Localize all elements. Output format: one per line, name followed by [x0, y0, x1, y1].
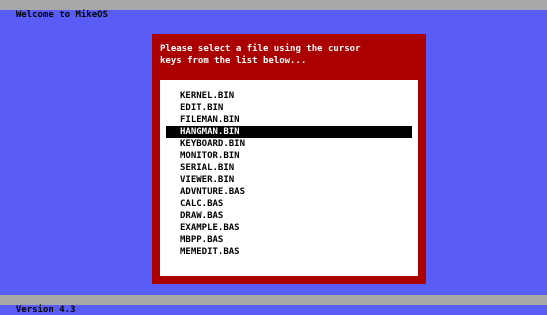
- title-text: Welcome to MikeOS: [15, 10, 108, 20]
- file-item[interactable]: EDIT.BIN: [166, 102, 412, 114]
- file-item[interactable]: SERIAL.BIN: [166, 162, 412, 174]
- file-item[interactable]: MONITOR.BIN: [166, 150, 412, 162]
- file-item[interactable]: KEYBOARD.BIN: [166, 138, 412, 150]
- file-item[interactable]: DRAW.BAS: [166, 210, 412, 222]
- dialog-prompt: Please select a file using the cursor ke…: [160, 44, 361, 66]
- file-item[interactable]: MEMEDIT.BAS: [166, 246, 412, 258]
- file-item-selected[interactable]: HANGMAN.BIN: [166, 126, 412, 138]
- file-item[interactable]: ADVNTURE.BAS: [166, 186, 412, 198]
- file-select-dialog: Please select a file using the cursor ke…: [152, 34, 426, 284]
- file-item[interactable]: VIEWER.BIN: [166, 174, 412, 186]
- file-item[interactable]: FILEMAN.BIN: [166, 114, 412, 126]
- file-item[interactable]: CALC.BAS: [166, 198, 412, 210]
- file-list: KERNEL.BIN EDIT.BIN FILEMAN.BIN HANGMAN.BIN…: [166, 90, 412, 258]
- title-bar: Welcome to MikeOS: [0, 0, 547, 20]
- status-bar: Version 4.3: [0, 295, 547, 315]
- file-item[interactable]: MBPP.BAS: [166, 234, 412, 246]
- file-item[interactable]: KERNEL.BIN: [166, 90, 412, 102]
- file-item[interactable]: EXAMPLE.BAS: [166, 222, 412, 234]
- version-text: Version 4.3: [15, 305, 76, 315]
- file-listbox[interactable]: KERNEL.BIN EDIT.BIN FILEMAN.BIN HANGMAN.BIN…: [160, 80, 418, 276]
